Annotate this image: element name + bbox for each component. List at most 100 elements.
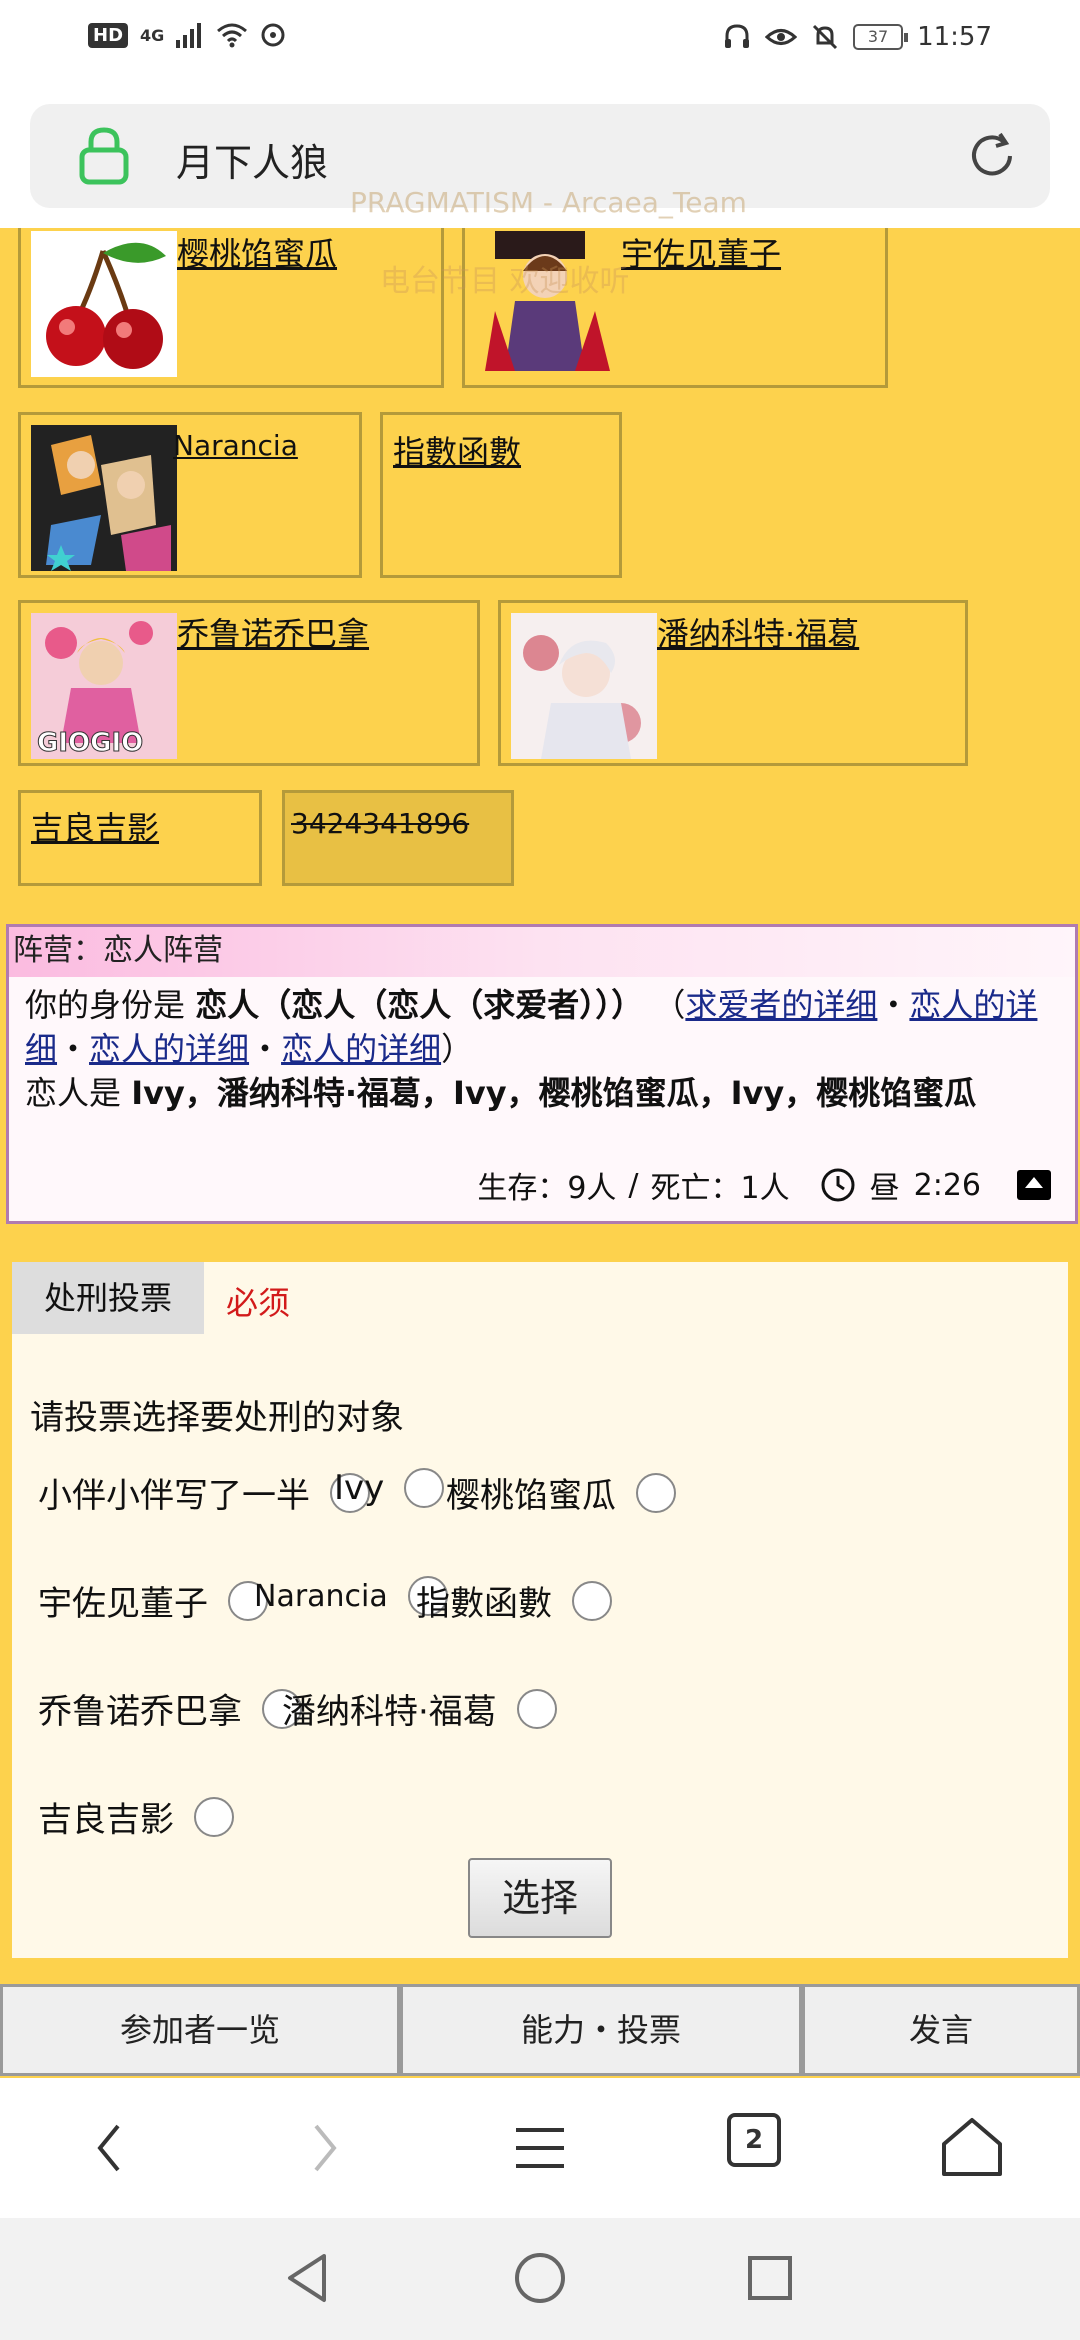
forward-icon[interactable] bbox=[284, 2108, 364, 2188]
player-card[interactable]: 宇佐见董子 bbox=[462, 228, 888, 388]
dead-count: 死亡：1人 bbox=[650, 1171, 790, 1206]
system-nav-bar bbox=[0, 2218, 1080, 2340]
page-tabs: 参加者一览 能力・投票 发言 bbox=[0, 1984, 1080, 2076]
link-separator: ・ bbox=[249, 1030, 282, 1068]
wifi-icon bbox=[217, 23, 248, 48]
option-label: 小伴小伴写了一半 bbox=[38, 1476, 310, 1516]
game-status: 生存：9人 / 死亡：1人 昼 2:26 bbox=[477, 1163, 1051, 1207]
menu-icon[interactable] bbox=[500, 2108, 580, 2188]
paren-open: （ bbox=[653, 986, 686, 1024]
dead-player-card[interactable]: 3424341896 bbox=[282, 790, 514, 886]
home-icon[interactable] bbox=[932, 2108, 1012, 2188]
player-name[interactable]: 乔鲁诺乔巴拿 bbox=[177, 609, 369, 655]
vote-option[interactable]: Ivy bbox=[334, 1468, 445, 1508]
player-name[interactable]: 3424341896 bbox=[291, 807, 469, 840]
game-page: 樱桃馅蜜瓜 宇佐见董子 Narancia 指數函數 GIOGIO 乔鲁诺乔巴拿 … bbox=[0, 228, 1080, 2078]
vote-option[interactable]: 潘纳科特·福葛 bbox=[282, 1684, 557, 1733]
vote-option[interactable]: 樱桃馅蜜瓜 bbox=[446, 1468, 676, 1517]
cherry-avatar bbox=[31, 231, 177, 377]
eye-icon bbox=[765, 29, 798, 45]
radio-button[interactable] bbox=[194, 1796, 234, 1837]
nav-home-icon[interactable] bbox=[510, 2248, 570, 2308]
player-name[interactable]: 樱桃馅蜜瓜 bbox=[177, 229, 337, 275]
status-left: HD 4G bbox=[88, 22, 286, 48]
role-info-box: 阵营：恋人阵营 你的身份是 恋人（恋人（恋人（求爱者））） （求爱者的详细・恋人… bbox=[6, 924, 1078, 1224]
headphones-icon bbox=[725, 24, 750, 48]
option-label: Narancia bbox=[254, 1578, 388, 1614]
identity-value: 恋人（恋人（恋人（求爱者））） bbox=[195, 986, 644, 1024]
radio-button[interactable] bbox=[572, 1580, 612, 1621]
paren-close: ） bbox=[441, 1030, 474, 1068]
page-title[interactable]: 月下人狼 bbox=[176, 132, 328, 187]
player-card[interactable]: 指數函數 bbox=[380, 412, 622, 578]
option-label: 吉良吉影 bbox=[38, 1800, 174, 1840]
tab-count-button[interactable]: 2 bbox=[727, 2113, 781, 2167]
clock-time: 11:57 bbox=[917, 22, 992, 52]
tab-speak[interactable]: 发言 bbox=[802, 1984, 1080, 2076]
status-divider: / bbox=[628, 1167, 639, 1203]
character-avatar bbox=[475, 231, 621, 377]
identity-prefix: 你的身份是 bbox=[25, 986, 196, 1024]
tab-participants[interactable]: 参加者一览 bbox=[0, 1984, 400, 2076]
browser-toolbar bbox=[0, 2078, 1080, 2218]
vote-tab[interactable]: 处刑投票 bbox=[12, 1262, 204, 1334]
vote-prompt: 请投票选择要处刑的对象 bbox=[30, 1398, 404, 1438]
reload-icon[interactable] bbox=[964, 128, 1020, 184]
radio-button[interactable] bbox=[636, 1472, 676, 1513]
phase-label: 昼 bbox=[869, 1171, 900, 1206]
tab-ability-vote[interactable]: 能力・投票 bbox=[400, 1984, 802, 2076]
player-name[interactable]: 指數函數 bbox=[393, 427, 521, 473]
option-label: 樱桃馅蜜瓜 bbox=[446, 1476, 616, 1516]
status-right: 37 11:57 bbox=[723, 22, 992, 52]
bell-mute-icon bbox=[813, 24, 838, 50]
hd-icon: HD bbox=[88, 22, 129, 48]
phase-time: 2:26 bbox=[913, 1167, 981, 1203]
player-name[interactable]: 潘纳科特·福葛 bbox=[657, 609, 859, 655]
select-button[interactable]: 选择 bbox=[468, 1858, 612, 1938]
option-label: 潘纳科特·福葛 bbox=[282, 1692, 497, 1732]
player-name[interactable]: 吉良吉影 bbox=[31, 803, 159, 849]
vote-option[interactable]: 吉良吉影 bbox=[38, 1792, 234, 1841]
option-label: 指數函數 bbox=[416, 1584, 552, 1624]
lock-icon[interactable] bbox=[74, 126, 134, 186]
player-card[interactable]: GIOGIO 乔鲁诺乔巴拿 bbox=[18, 600, 480, 766]
player-name[interactable]: Narancia bbox=[173, 429, 298, 462]
address-bar[interactable]: 月下人狼 bbox=[30, 104, 1050, 208]
battery-icon: 37 bbox=[853, 24, 909, 50]
nav-recents-icon[interactable] bbox=[740, 2248, 800, 2308]
radio-button[interactable] bbox=[404, 1468, 445, 1508]
sync-icon bbox=[261, 23, 285, 47]
back-icon[interactable] bbox=[70, 2108, 150, 2188]
option-label: Ivy bbox=[334, 1468, 385, 1508]
vote-option[interactable]: 宇佐见董子 bbox=[38, 1576, 268, 1625]
vote-option[interactable]: 小伴小伴写了一半 bbox=[38, 1468, 370, 1517]
lovers-list: Ivy，潘纳科特·福葛，Ivy，樱桃馅蜜瓜，Ivy，樱桃馅蜜瓜 bbox=[131, 1074, 977, 1112]
role-detail-link[interactable]: 求爱者的详细 bbox=[685, 986, 877, 1024]
player-card[interactable]: 吉良吉影 bbox=[18, 790, 262, 886]
required-label: 必须 bbox=[226, 1284, 291, 1322]
camp-label: 阵营：恋人阵营 bbox=[9, 927, 1075, 977]
option-label: 乔鲁诺乔巴拿 bbox=[38, 1692, 242, 1732]
svg-text:GIOGIO: GIOGIO bbox=[37, 728, 143, 758]
player-card[interactable]: 樱桃馅蜜瓜 bbox=[18, 228, 444, 388]
signal-icon bbox=[176, 23, 202, 48]
role-description: 你的身份是 恋人（恋人（恋人（求爱者））） （求爱者的详细・恋人的详细・恋人的详… bbox=[9, 977, 1075, 1115]
link-separator: ・ bbox=[57, 1030, 90, 1068]
vote-panel: 处刑投票 必须 请投票选择要处刑的对象 小伴小伴写了一半 Ivy 樱桃馅蜜瓜 宇… bbox=[12, 1262, 1068, 1958]
radio-button[interactable] bbox=[516, 1688, 557, 1729]
alive-count: 生存：9人 bbox=[477, 1171, 617, 1206]
vote-option[interactable]: 指數函數 bbox=[416, 1576, 612, 1625]
jojo-avatar bbox=[31, 425, 177, 571]
vote-option[interactable]: 乔鲁诺乔巴拿 bbox=[38, 1684, 302, 1733]
role-detail-link[interactable]: 恋人的详细 bbox=[281, 1030, 441, 1068]
player-card[interactable]: Narancia bbox=[18, 412, 362, 578]
player-name[interactable]: 宇佐见董子 bbox=[621, 229, 781, 275]
role-detail-link[interactable]: 恋人的详细 bbox=[89, 1030, 249, 1068]
player-card[interactable]: 潘纳科特·福葛 bbox=[498, 600, 968, 766]
scroll-top-button[interactable] bbox=[1017, 1170, 1051, 1200]
nav-back-icon[interactable] bbox=[278, 2248, 338, 2308]
option-label: 宇佐见董子 bbox=[38, 1584, 208, 1624]
white-hair-avatar bbox=[511, 613, 657, 759]
status-bar: HD 4G 37 11:57 bbox=[0, 0, 1080, 84]
giogio-avatar: GIOGIO bbox=[31, 613, 177, 759]
